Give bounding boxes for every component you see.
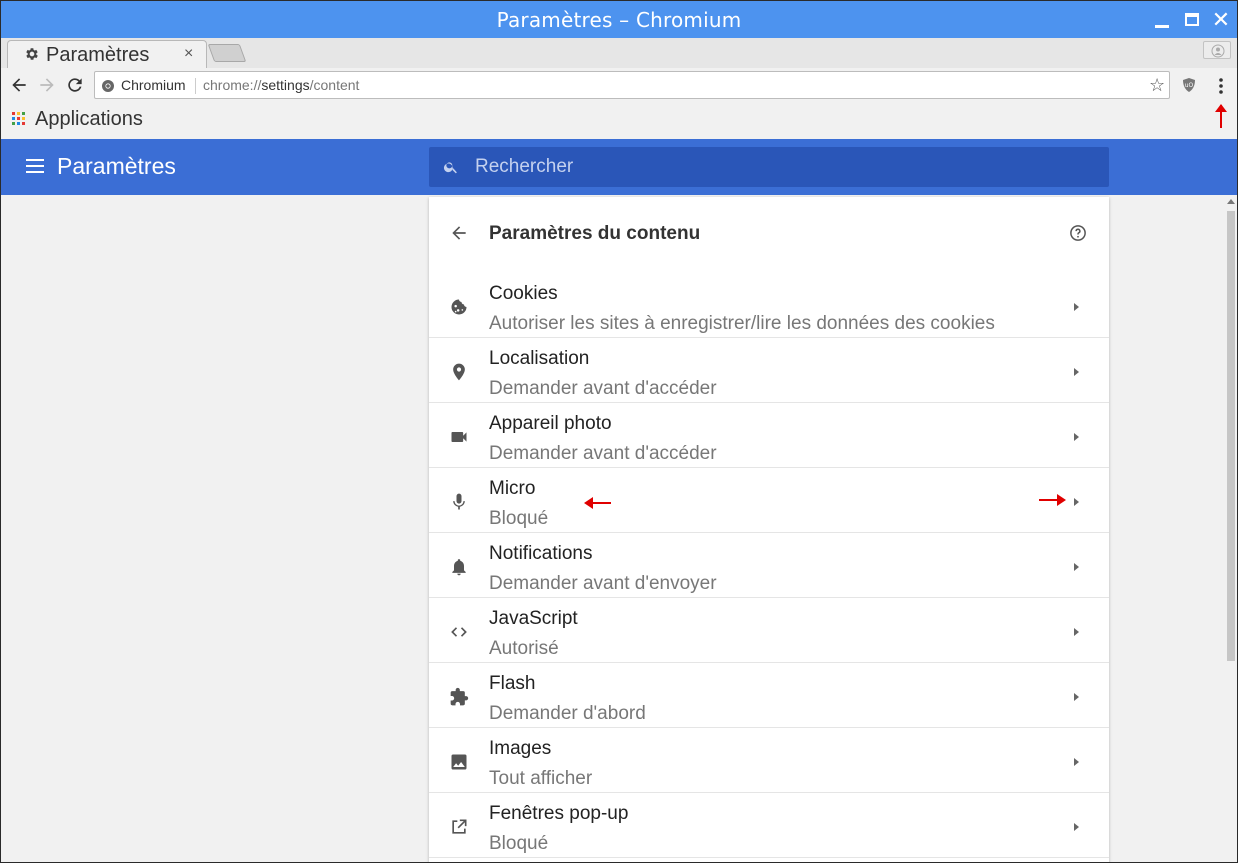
chromium-logo-icon [102,80,114,92]
video-camera-icon [451,432,467,442]
code-icon [451,627,467,637]
microphone-icon [453,493,465,510]
settings-content: Paramètres du contenu Cookies Autoriser … [1,195,1237,862]
search-input[interactable] [475,151,1095,183]
window-title: Paramètres – Chromium [496,8,742,32]
page-scrollbar[interactable] [1225,195,1237,862]
chevron-right-icon [1074,758,1079,766]
chevron-right-icon [1074,433,1079,441]
chevron-right-icon [1074,498,1079,506]
row-label: Flash [489,673,536,694]
person-icon [1211,44,1225,58]
scroll-thumb[interactable] [1227,211,1235,661]
row-sub: Bloqué [489,508,549,529]
title-bar: Paramètres – Chromium ✕ [1,1,1237,38]
back-arrow-icon[interactable] [9,75,29,95]
forward-arrow-icon[interactable] [37,75,57,95]
row-sub: Bloqué [489,833,549,854]
list-item-cookies[interactable]: Cookies Autoriser les sites à enregistre… [429,273,1109,338]
row-label: Micro [489,478,536,499]
omnibox-divider [195,78,196,94]
apps-bookmark[interactable]: Applications [35,108,143,131]
help-icon[interactable] [1069,224,1087,242]
location-pin-icon [453,363,465,381]
tab-settings[interactable]: Paramètres × [7,40,207,68]
row-sub: Tout afficher [489,768,593,789]
row-label: Cookies [489,283,558,304]
card-title: Paramètres du contenu [489,223,701,244]
toolbar: Chromium chrome://settings/content ☆ uO [1,68,1237,103]
bookmarks-bar: Applications [1,103,1237,138]
row-label: JavaScript [489,608,578,629]
gear-icon [26,48,38,60]
url-text[interactable]: chrome://settings/content [203,77,359,93]
url-path: /content [309,77,360,93]
row-sub: Demander avant d'accéder [489,443,717,464]
address-bar[interactable]: Chromium chrome://settings/content ☆ [94,71,1170,99]
page-title: Paramètres [57,153,176,179]
chevron-right-icon [1074,823,1079,831]
puzzle-icon [450,687,469,706]
open-in-new-icon [452,819,467,834]
new-tab-button[interactable] [207,44,247,62]
annotation-arrow-left [584,497,611,509]
tab-strip: Paramètres × [1,38,1237,68]
chevron-right-icon [1074,303,1079,311]
list-item-location[interactable]: Localisation Demander avant d'accéder [429,338,1109,403]
more-vert-icon[interactable] [1211,76,1231,96]
reload-icon[interactable] [65,75,85,95]
chevron-right-icon [1074,563,1079,571]
svg-text:uO: uO [1185,82,1194,89]
chevron-right-icon [1074,368,1079,376]
row-sub: Demander avant d'accéder [489,378,717,399]
ublock-shield-icon[interactable]: uO [1181,77,1197,93]
cookie-icon [451,299,467,315]
settings-search[interactable] [429,147,1109,187]
apps-grid-icon[interactable] [12,112,25,125]
row-sub: Demander avant d'envoyer [489,573,717,594]
list-item-notifications[interactable]: Notifications Demander avant d'envoyer [429,533,1109,598]
hamburger-menu-icon[interactable] [26,159,44,173]
bell-icon [452,559,466,576]
content-settings-card: Paramètres du contenu Cookies Autoriser … [429,197,1109,862]
annotation-arrow-right [1039,494,1066,506]
profile-button[interactable] [1203,41,1231,59]
search-icon [443,162,457,174]
tab-label: Paramètres [46,44,150,66]
chevron-right-icon [1074,628,1079,636]
list-item-flash[interactable]: Flash Demander d'abord [429,663,1109,728]
tab-close-icon[interactable]: × [184,45,193,63]
row-label: Localisation [489,348,590,369]
scroll-up-arrow-icon[interactable] [1227,199,1235,204]
url-scheme: chrome:// [203,77,262,93]
row-label: Notifications [489,543,593,564]
row-sub: Demander d'abord [489,703,646,724]
site-chip: Chromium [121,77,186,93]
list-item-popups[interactable]: Fenêtres pop-up Bloqué [429,793,1109,858]
back-arrow-icon[interactable] [449,223,469,243]
row-label: Appareil photo [489,413,612,434]
annotation-arrow-up [1215,104,1227,128]
maximize-button[interactable] [1181,9,1203,31]
list-item-javascript[interactable]: JavaScript Autorisé [429,598,1109,663]
list-item-microphone[interactable]: Micro Bloqué [429,468,1109,533]
minimize-button[interactable] [1151,9,1173,31]
chevron-right-icon [1074,693,1079,701]
list-item-images[interactable]: Images Tout afficher [429,728,1109,793]
row-label: Fenêtres pop-up [489,803,629,824]
url-host: settings [261,77,310,93]
settings-header: Paramètres [1,139,1237,195]
close-window-button[interactable]: ✕ [1210,9,1232,31]
row-label: Images [489,738,552,759]
bookmark-star-icon[interactable]: ☆ [1149,75,1165,96]
row-sub: Autoriser les sites à enregistrer/lire l… [489,313,995,334]
row-sub: Autorisé [489,638,559,659]
card-header: Paramètres du contenu [429,197,1109,267]
browser-window: Paramètres – Chromium ✕ Paramètres × Chr… [0,0,1238,863]
list-item-camera[interactable]: Appareil photo Demander avant d'accéder [429,403,1109,468]
image-icon [451,754,467,770]
